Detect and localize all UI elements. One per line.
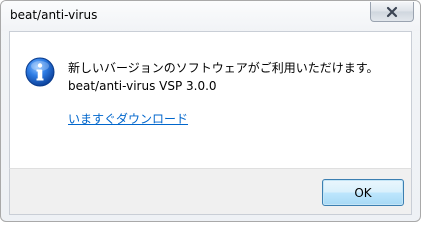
ok-button[interactable]: OK [322,179,404,206]
message-text: 新しいバージョンのソフトウェアがご利用いただけます。 beat/anti-vir… [68,60,379,95]
message-line-1: 新しいバージョンのソフトウェアがご利用いただけます。 [68,61,379,75]
window-title: beat/anti-virus [10,8,98,22]
close-icon [386,6,398,17]
dialog-window: beat/anti-virus 新しいバージョンのソフトウェアがご利用いただけま… [0,0,421,222]
dialog-content: 新しいバージョンのソフトウェアがご利用いただけます。 beat/anti-vir… [9,31,412,168]
download-now-link[interactable]: いますぐダウンロード [68,112,188,127]
info-icon [25,57,55,87]
dialog-footer: OK [9,168,412,215]
close-button[interactable] [370,2,414,22]
message-line-2: beat/anti-virus VSP 3.0.0 [68,79,217,93]
title-bar[interactable]: beat/anti-virus [1,1,420,31]
